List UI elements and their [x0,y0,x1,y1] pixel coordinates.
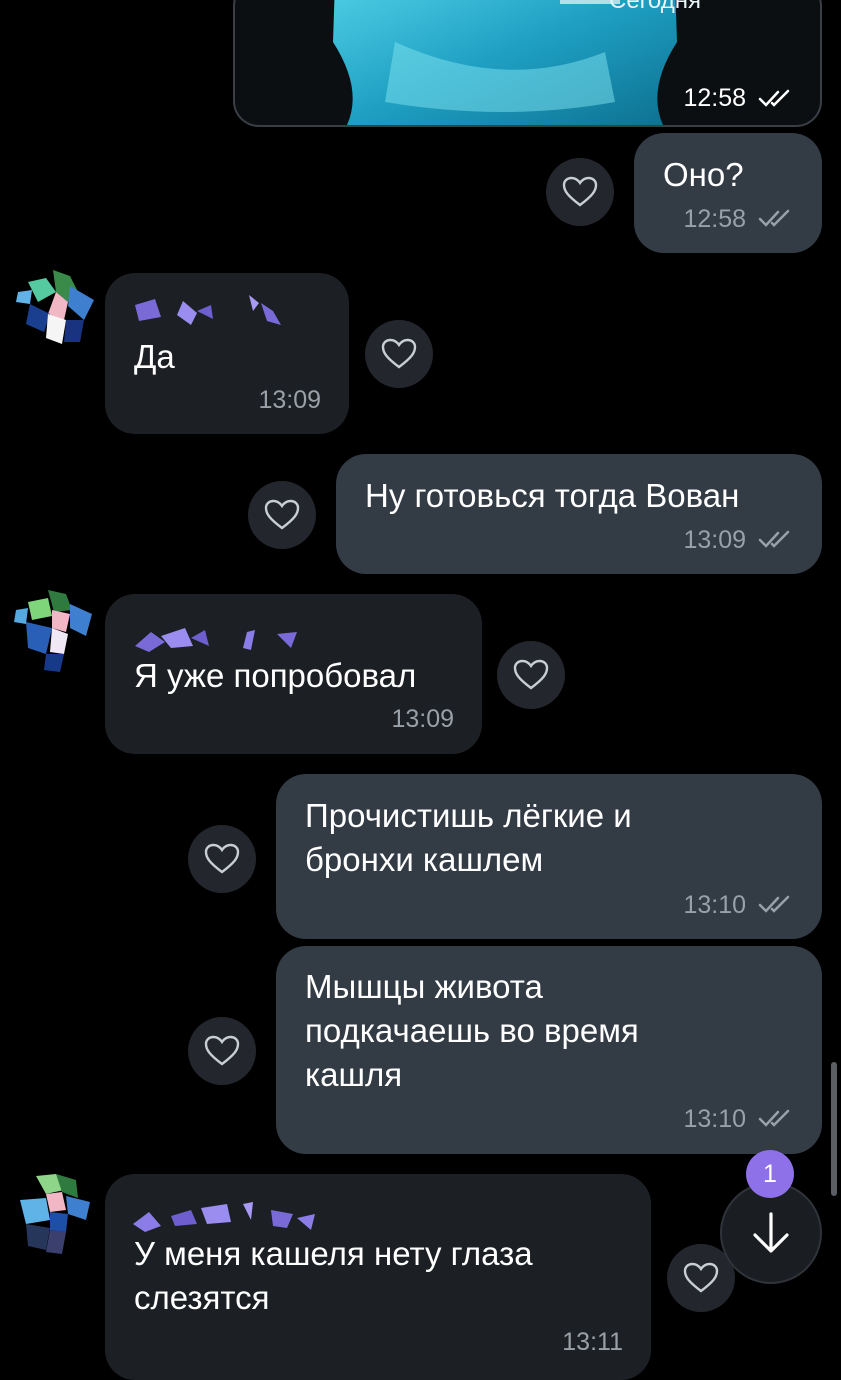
avatar[interactable] [8,262,98,352]
sender-name-redacted [135,628,297,652]
message-text: Прочистишь лёгкие и бронхи кашлем [305,797,632,878]
message-meta: 12:58 [683,204,794,234]
message-meta: 13:11 [562,1327,623,1357]
message-meta: 12:58 [683,84,794,113]
heart-icon [683,1262,719,1293]
sender-name-redacted [135,295,281,325]
message-bubble-outgoing[interactable]: Мышцы живота подкачаешь во время кашля 1… [276,946,822,1154]
message-time: 13:11 [562,1328,623,1356]
photo-image [333,0,677,125]
date-chip: Сегодня [609,0,701,14]
double-check-icon [758,895,790,913]
message-text: Я уже попробовал [134,657,417,694]
like-button[interactable] [188,1017,256,1085]
message-bubble-outgoing[interactable]: Оно? 12:58 [634,133,822,253]
message-time: 12:58 [683,84,746,112]
unread-badge: 1 [746,1150,794,1198]
message-meta: 13:09 [391,704,454,734]
double-check-icon [758,530,790,548]
arrow-down-icon [753,1212,789,1253]
message-meta: 13:09 [683,525,794,555]
message-text: Мышцы живота подкачаешь во время кашля [305,968,639,1093]
like-button[interactable] [365,320,433,388]
message-bubble-incoming[interactable]: Я уже попробовал 13:09 [105,594,482,754]
heart-icon [513,659,549,690]
double-check-icon [758,209,790,227]
scrollbar[interactable] [831,1062,837,1196]
heart-icon [381,338,417,369]
message-time: 13:09 [683,526,746,554]
like-button[interactable] [248,481,316,549]
media-message[interactable]: Сегодня 12:58 [233,0,822,127]
heart-icon [204,1035,240,1066]
double-check-icon [758,89,790,107]
like-button[interactable] [546,158,614,226]
message-text: Оно? [663,156,744,193]
double-check-icon [758,1109,790,1127]
message-meta: 13:10 [683,1104,794,1134]
message-meta: 13:10 [683,890,794,920]
message-bubble-outgoing[interactable]: Ну готовься тогда Вован 13:09 [336,454,822,574]
sender-name-redacted [133,1202,315,1232]
message-text: Да [134,338,175,375]
message-bubble-incoming[interactable]: У меня кашеля нету глаза слезятся 13:11 [105,1174,651,1380]
heart-icon [264,499,300,530]
message-time: 12:58 [683,205,746,233]
message-time: 13:09 [258,386,321,414]
message-bubble-incoming[interactable]: Да 13:09 [105,273,349,434]
avatar[interactable] [8,584,98,674]
message-time: 13:10 [683,891,746,919]
message-time: 13:10 [683,1105,746,1133]
like-button[interactable] [497,641,565,709]
like-button[interactable] [188,825,256,893]
message-text: У меня кашеля нету глаза слезятся [134,1235,533,1316]
message-text: Ну готовься тогда Вован [365,477,740,514]
heart-icon [204,843,240,874]
avatar[interactable] [6,1170,96,1260]
message-meta: 13:09 [258,385,321,415]
heart-icon [562,176,598,207]
message-time: 13:09 [391,705,454,733]
message-bubble-outgoing[interactable]: Прочистишь лёгкие и бронхи кашлем 13:10 [276,774,822,939]
